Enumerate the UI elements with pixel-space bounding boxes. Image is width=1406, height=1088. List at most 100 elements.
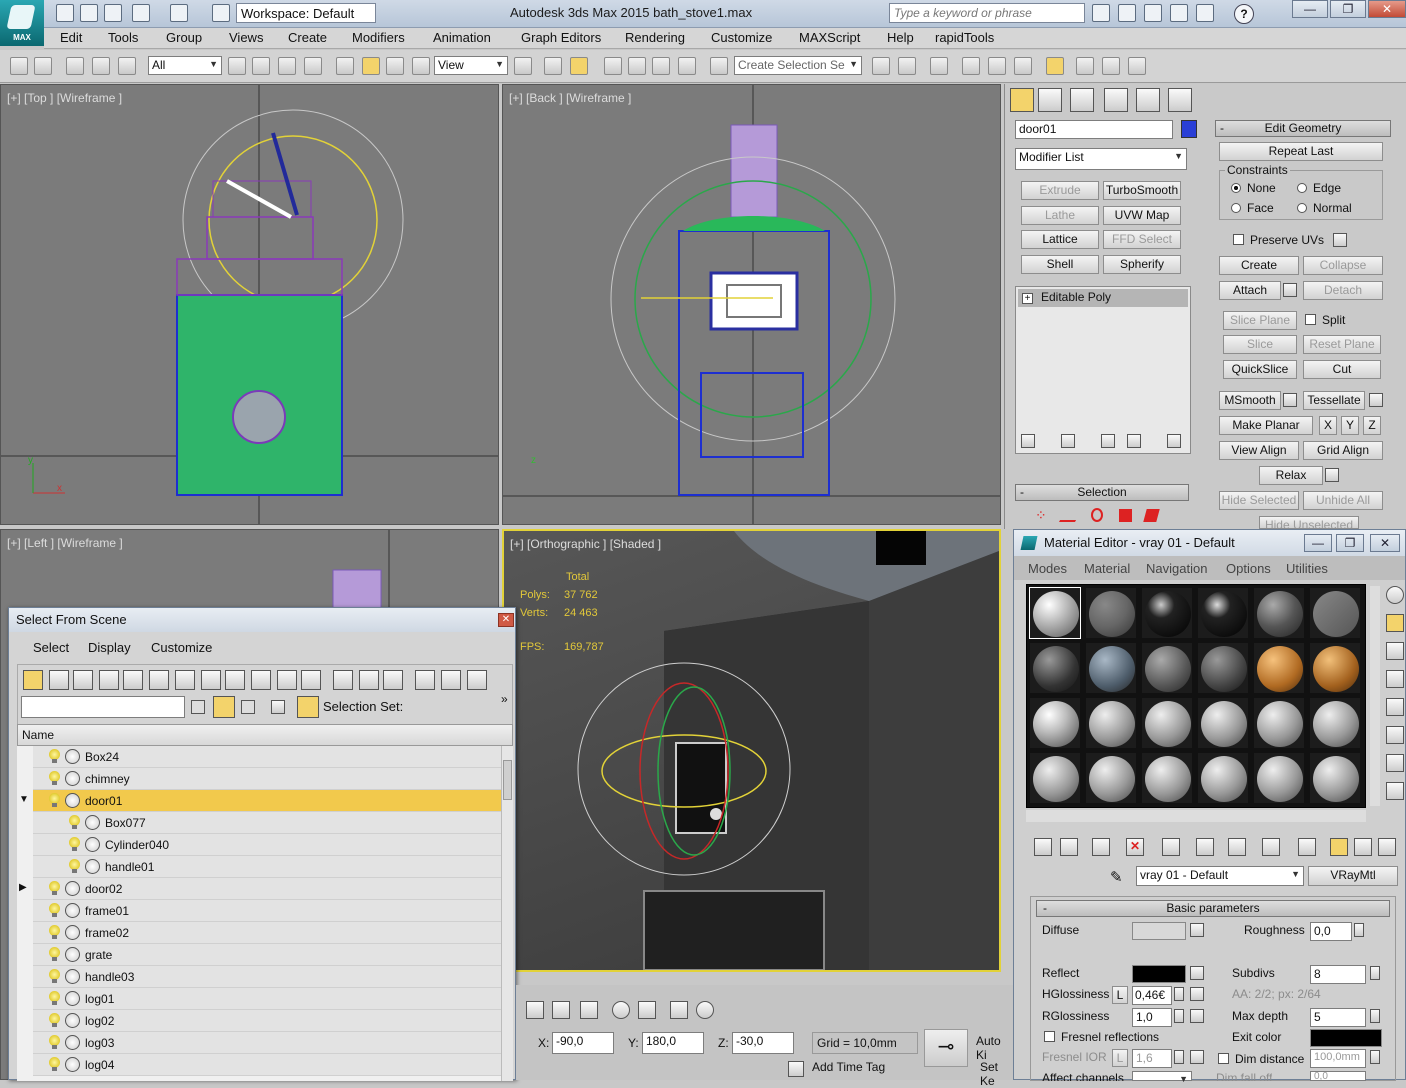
- material-sample-slot[interactable]: [1309, 587, 1361, 639]
- rglossiness-field[interactable]: 1,0: [1132, 1008, 1172, 1027]
- me-menu-material[interactable]: Material: [1084, 561, 1130, 576]
- preserve-uvs-checkbox[interactable]: Preserve UVs: [1233, 233, 1324, 247]
- modifier-uvw-map-button[interactable]: UVW Map: [1103, 206, 1181, 225]
- me-maximize-button[interactable]: ❐: [1336, 534, 1364, 552]
- create-tab-icon[interactable]: [1010, 88, 1034, 112]
- display-bones-icon[interactable]: [225, 670, 245, 690]
- get-material-icon[interactable]: [1034, 838, 1052, 856]
- menu-animation[interactable]: Animation: [433, 28, 491, 45]
- attach-button[interactable]: Attach: [1219, 281, 1281, 300]
- layer-manager-icon[interactable]: [930, 57, 948, 75]
- help-icon[interactable]: ?: [1234, 4, 1254, 24]
- viewport-label-back[interactable]: [+] [Back ] [Wireframe ]: [509, 91, 631, 105]
- light-bulb-icon[interactable]: [69, 815, 80, 829]
- scene-object-row[interactable]: frame02: [33, 922, 509, 944]
- hglossiness-field[interactable]: 0,46€: [1132, 986, 1172, 1005]
- coord-z-field[interactable]: -30,0: [732, 1032, 794, 1054]
- menu-edit[interactable]: Edit: [60, 28, 82, 45]
- select-from-scene-title[interactable]: Select From Scene: [9, 608, 515, 632]
- window-crossing-icon[interactable]: [304, 57, 322, 75]
- light-bulb-icon[interactable]: [49, 793, 60, 807]
- light-bulb-icon[interactable]: [49, 881, 60, 895]
- view-align-button[interactable]: View Align: [1219, 441, 1299, 460]
- slot-horizontal-scrollbar[interactable]: [1026, 810, 1366, 822]
- material-options-icon[interactable]: [1386, 754, 1404, 772]
- material-sample-slot[interactable]: [1309, 752, 1361, 804]
- scene-object-row[interactable]: Box077: [33, 812, 509, 834]
- material-sample-slot[interactable]: [1253, 752, 1305, 804]
- redo-icon[interactable]: [170, 4, 188, 22]
- place-icon[interactable]: [412, 57, 430, 75]
- material-sample-slot[interactable]: [1085, 697, 1137, 749]
- menu-maxscript[interactable]: MAXScript: [799, 28, 860, 45]
- msmooth-button[interactable]: MSmooth: [1219, 391, 1281, 410]
- hglossiness-map-button[interactable]: [1190, 987, 1204, 1001]
- grid-align-button[interactable]: Grid Align: [1303, 441, 1383, 460]
- display-spacewarps-icon[interactable]: [149, 670, 169, 690]
- menu-rendering[interactable]: Rendering: [625, 28, 685, 45]
- light-bulb-icon[interactable]: [49, 991, 60, 1005]
- exchange-icon[interactable]: [1196, 4, 1214, 22]
- scene-object-row[interactable]: ▶ door02: [19, 878, 509, 900]
- light-bulb-icon[interactable]: [49, 925, 60, 939]
- keyboard-shortcut-override-icon[interactable]: [570, 57, 588, 75]
- list-scrollbar[interactable]: [501, 746, 513, 1081]
- percent-snap-icon[interactable]: [652, 57, 670, 75]
- material-sample-slot[interactable]: [1253, 587, 1305, 639]
- select-manipulate-icon[interactable]: [544, 57, 562, 75]
- tessellate-button[interactable]: Tessellate: [1303, 391, 1365, 410]
- selection-rollout-header[interactable]: - Selection: [1015, 484, 1189, 501]
- unhide-all-button[interactable]: Unhide All: [1303, 491, 1383, 510]
- spinner-snap-icon[interactable]: [678, 57, 696, 75]
- freeze-toggle-icon[interactable]: [65, 947, 80, 962]
- freeze-toggle-icon[interactable]: [65, 969, 80, 984]
- planar-y-button[interactable]: Y: [1341, 416, 1359, 435]
- container-icon[interactable]: [670, 1001, 688, 1019]
- diffuse-color-swatch[interactable]: [1132, 922, 1186, 940]
- material-sample-slot[interactable]: [1309, 697, 1361, 749]
- clear-find-icon[interactable]: [191, 700, 205, 714]
- roughness-field[interactable]: 0,0: [1310, 922, 1352, 941]
- select-invert-icon[interactable]: [383, 670, 403, 690]
- render-production-icon[interactable]: [1128, 57, 1146, 75]
- material-sample-slot[interactable]: [1197, 752, 1249, 804]
- selection-rollout-collapse[interactable]: -: [1020, 485, 1024, 500]
- reflect-color-swatch[interactable]: [1132, 965, 1186, 983]
- freeze-toggle-icon[interactable]: [85, 815, 100, 830]
- menu-views[interactable]: Views: [229, 28, 263, 45]
- planar-z-button[interactable]: Z: [1363, 416, 1381, 435]
- scale-icon[interactable]: [386, 57, 404, 75]
- maximize-button[interactable]: ❐: [1330, 0, 1366, 18]
- modifier-list-dropdown[interactable]: Modifier List: [1015, 148, 1187, 170]
- modifier-spherify-button[interactable]: Spherify: [1103, 255, 1181, 274]
- freeze-toggle-icon[interactable]: [65, 903, 80, 918]
- light-bulb-icon[interactable]: [49, 947, 60, 961]
- graphite-ribbon-icon[interactable]: [962, 57, 980, 75]
- angle-snap-icon[interactable]: [628, 57, 646, 75]
- align-icon[interactable]: [898, 57, 916, 75]
- fresnel-ior-spinner[interactable]: [1174, 1050, 1184, 1064]
- edit-named-selection-icon[interactable]: [710, 57, 728, 75]
- scene-object-row[interactable]: ▼ door01: [19, 790, 509, 812]
- show-end-result-icon[interactable]: [1298, 838, 1316, 856]
- material-sphere-icon[interactable]: [612, 1001, 630, 1019]
- material-sample-slot[interactable]: [1029, 752, 1081, 804]
- light-bulb-icon[interactable]: [49, 1013, 60, 1027]
- material-sample-slot[interactable]: [1253, 697, 1305, 749]
- material-sample-slot[interactable]: [1253, 642, 1305, 694]
- sfs-find-input[interactable]: [21, 696, 185, 718]
- menu-tools[interactable]: Tools: [108, 28, 138, 45]
- pin-stack-icon[interactable]: [1021, 434, 1035, 448]
- object-color-swatch[interactable]: [1181, 120, 1197, 138]
- select-dependents-icon[interactable]: [213, 696, 235, 718]
- constraint-normal-radio[interactable]: Normal: [1297, 201, 1352, 215]
- detach-button[interactable]: Detach: [1303, 281, 1383, 300]
- render-setup-icon[interactable]: [1076, 57, 1094, 75]
- light-bulb-icon[interactable]: [49, 1057, 60, 1071]
- light-bulb-icon[interactable]: [49, 903, 60, 917]
- layer-icon[interactable]: [271, 700, 285, 714]
- rotate-icon[interactable]: [362, 57, 380, 75]
- modifier-turbosmooth-button[interactable]: TurboSmooth: [1103, 181, 1181, 200]
- fresnel-ior-map-button[interactable]: [1190, 1050, 1204, 1064]
- undo-icon[interactable]: [132, 4, 150, 22]
